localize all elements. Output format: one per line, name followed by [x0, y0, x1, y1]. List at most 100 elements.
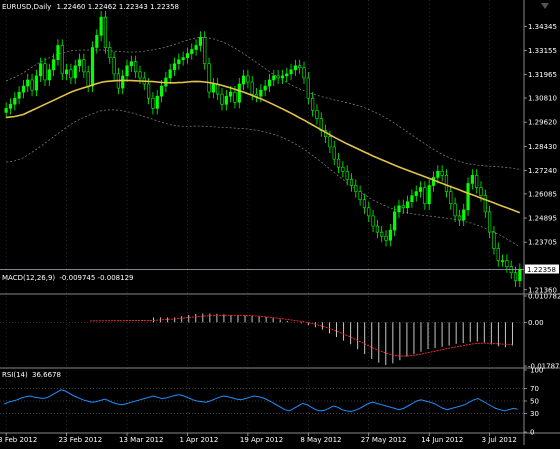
rsi-tick-label: 0: [530, 429, 534, 437]
chart-canvas[interactable]: 1.34345 1.33155 1.31965 1.30810 1.29620 1.284…: [0, 0, 560, 445]
candle-body: [444, 175, 449, 192]
candle-body: [380, 231, 384, 237]
price-tick-label: 1.24895: [528, 215, 557, 223]
candle-body: [220, 93, 224, 105]
rsi-grid: [0, 388, 524, 414]
candle-body: [388, 229, 392, 241]
price-tick-label: 1.27240: [528, 167, 557, 175]
candle-body: [518, 269, 522, 282]
time-tick-label: 23 Feb 2012: [59, 436, 103, 444]
time-axis: 3 Feb 2012 23 Feb 2012 13 Mar 2012 1 Apr 20…: [0, 433, 517, 444]
candle-body: [60, 45, 64, 75]
candle-body: [272, 75, 276, 81]
macd-tick-label: 0.010782: [528, 293, 560, 301]
price-tick-label: 1.29620: [528, 119, 557, 127]
candle-body: [410, 195, 414, 203]
candle-body: [211, 83, 215, 93]
candle-body: [207, 63, 211, 93]
candle-body: [298, 65, 302, 69]
candle-body: [43, 63, 47, 81]
candle-body: [315, 110, 319, 119]
rsi-axis: 100 70 50 30 0: [524, 367, 543, 437]
candle-body: [216, 83, 220, 95]
candle-body: [52, 59, 56, 71]
candle-body: [198, 37, 203, 46]
candle-body: [276, 75, 280, 79]
candle-body: [147, 83, 151, 99]
candle-body: [181, 57, 185, 60]
rsi-path: [3, 389, 518, 413]
time-tick-label: 19 Apr 2012: [240, 436, 283, 444]
time-tick-label: 1 Apr 2012: [179, 436, 218, 444]
ma-line: [6, 79, 521, 214]
price-tick-label: 1.34345: [528, 23, 557, 31]
candle-body: [250, 81, 254, 95]
candle-body: [121, 75, 125, 89]
candle-body: [470, 175, 474, 184]
candle-body: [328, 136, 332, 148]
candle-body: [34, 75, 38, 91]
candle-body: [496, 248, 500, 261]
candle-body: [358, 191, 362, 200]
candle-body: [345, 170, 349, 180]
candle-body: [375, 225, 379, 233]
candle-body: [159, 85, 164, 97]
candle-body: [483, 195, 487, 213]
candle-body: [436, 170, 440, 178]
candle-body: [17, 91, 21, 99]
candle-body: [332, 146, 336, 160]
candle-body: [492, 231, 496, 249]
candle-body: [259, 89, 263, 97]
price-tick-label: 1.22358: [527, 266, 556, 274]
candle-body: [336, 158, 341, 168]
candle-body: [26, 79, 30, 87]
candle-body: [401, 205, 405, 209]
candle-body: [418, 187, 423, 192]
candle-body: [241, 75, 246, 85]
candle-body: [431, 177, 436, 186]
candle-body: [263, 85, 267, 91]
candle-body: [233, 91, 237, 103]
candle-body: [86, 71, 90, 87]
price-tick-label: 1.31965: [528, 71, 557, 79]
candle-body: [190, 49, 194, 54]
candle-body: [56, 45, 60, 60]
chart-title: EURUSD,Daily 1.22460 1.22462 1.22343 1.2…: [2, 3, 179, 11]
candle-body: [168, 69, 172, 79]
candle-body: [129, 61, 133, 67]
price-axis: 1.34345 1.33155 1.31965 1.30810 1.29620 1.284…: [524, 23, 559, 294]
chart-window[interactable]: 1.34345 1.33155 1.31965 1.30810 1.29620 1.284…: [0, 0, 560, 445]
macd-axis: 0.0107820.00-0.017870: [524, 293, 560, 371]
candle-body: [479, 187, 483, 196]
candle-body: [246, 75, 250, 83]
time-tick-label: 27 May 2012: [361, 436, 407, 444]
time-tick-label: 13 Mar 2012: [119, 436, 163, 444]
candle-body: [177, 59, 181, 65]
candle-body: [449, 191, 453, 205]
rsi-title: RSI(14) 36.6678: [2, 371, 61, 379]
candle-body: [8, 104, 13, 109]
candle-body: [289, 69, 293, 75]
candle-body: [267, 79, 272, 87]
candle-body: [302, 67, 306, 79]
candle-body: [254, 93, 259, 97]
candle-body: [341, 166, 345, 172]
candle-body: [362, 199, 367, 209]
candle-body: [462, 209, 466, 221]
price-tick-label: 1.26085: [528, 190, 557, 198]
candle-body: [500, 260, 505, 262]
candle-body: [440, 170, 444, 176]
time-tick-label: 8 May 2012: [300, 436, 341, 444]
candle-body: [280, 75, 285, 79]
candle-body: [39, 63, 43, 77]
candle-body: [203, 37, 207, 65]
candle-body: [73, 65, 77, 79]
time-tick-label: 3 Feb 2012: [0, 436, 37, 444]
upper-band: [6, 37, 520, 170]
time-tick-label: 3 Jul 2012: [482, 436, 517, 444]
time-tick-label: 14 Jun 2012: [421, 436, 463, 444]
rsi-line: [3, 389, 518, 413]
candle-body: [30, 79, 34, 91]
candle-body: [21, 85, 26, 93]
corner-arrow-icon[interactable]: [541, 3, 549, 9]
